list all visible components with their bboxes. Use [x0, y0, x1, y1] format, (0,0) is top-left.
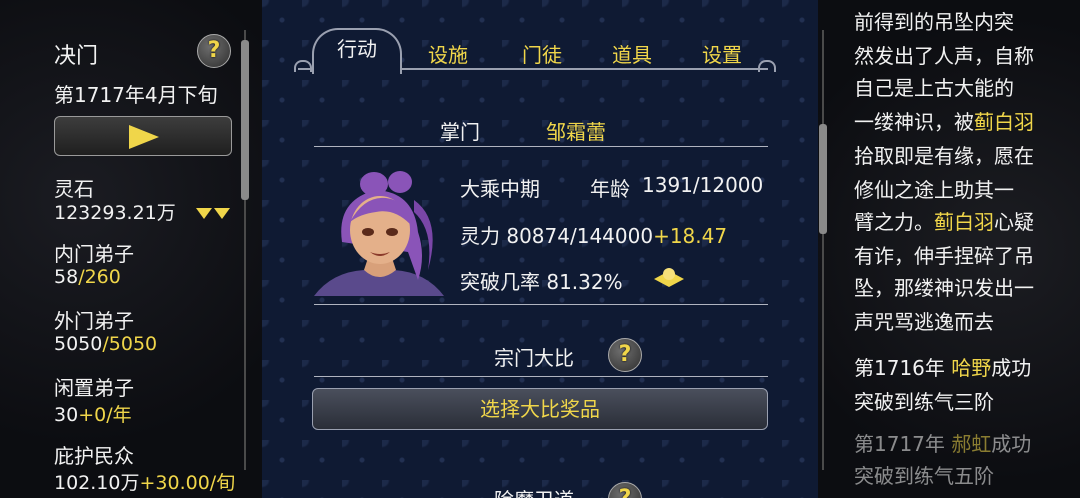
competition-label: 宗门大比 — [494, 346, 574, 370]
breakthrough-value: 81.32% — [546, 270, 623, 294]
stat-label-outer-disciples: 外门弟子 — [54, 309, 134, 333]
log-character-name[interactable]: 蓟白羽 — [934, 210, 994, 234]
help-button[interactable]: ? — [197, 34, 231, 68]
leader-portrait[interactable] — [314, 160, 444, 296]
demon-slaying-label: 除魔卫道 — [494, 484, 574, 498]
outer-disciples-count: 5050 — [54, 333, 103, 355]
log-line: 然发出了人声，自称 — [854, 40, 1034, 69]
log-text: 第1716年 — [854, 356, 952, 380]
log-text: 成功 — [991, 356, 1032, 380]
idle-disciples-rate: +0/年 — [78, 404, 132, 426]
spirit-power-value: 80874/144000 — [506, 224, 654, 248]
outer-disciples-max: /5050 — [102, 333, 158, 355]
stat-label-protected-people: 庇护民众 — [54, 444, 134, 468]
demon-slaying-help-button[interactable]: ? — [608, 482, 642, 498]
tab-ornament — [294, 60, 312, 72]
advance-time-button[interactable] — [54, 116, 232, 156]
protected-people-rate: +30.00/旬 — [139, 472, 236, 494]
log-character-name[interactable]: 郝虹 — [951, 432, 991, 456]
inner-disciples-max: /260 — [78, 266, 121, 288]
log-scrollbar[interactable] — [818, 30, 828, 470]
spirit-stones-value: 123293.21万 — [54, 202, 176, 224]
leader-name[interactable]: 邹霜蕾 — [546, 116, 606, 145]
log-line: 拾取即是有缘，愿在 — [854, 140, 1034, 169]
spirit-power-row: 灵力 80874/144000+18.47 — [460, 220, 727, 249]
log-text: 突破到练气五阶 — [854, 464, 994, 488]
breakthrough-row: 突破几率 81.32% — [460, 266, 623, 295]
stat-value-spirit-stones: 123293.21万 — [54, 198, 230, 225]
log-line: 声咒骂逃逸而去 — [854, 306, 994, 335]
tab-facilities[interactable]: 设施 — [412, 38, 484, 72]
scroll-track — [822, 30, 824, 470]
divider — [314, 376, 768, 377]
breakthrough-pill-icon[interactable] — [652, 266, 686, 288]
log-line: 突破到练气五阶 — [854, 460, 994, 489]
tab-disciples[interactable]: 门徒 — [506, 38, 578, 72]
tab-items[interactable]: 道具 — [596, 38, 668, 72]
scroll-thumb[interactable] — [819, 124, 827, 234]
tab-action[interactable]: 行动 — [312, 28, 402, 74]
log-line: 自己是上古大能的 — [854, 72, 1014, 101]
tab-ornament — [758, 60, 776, 72]
spirit-power-gain: +18.47 — [653, 224, 728, 248]
log-line: 有诈，伸手捏碎了吊 — [854, 240, 1034, 269]
age-label: 年龄 — [590, 177, 630, 201]
divider — [314, 304, 768, 305]
scroll-thumb[interactable] — [241, 40, 249, 200]
select-reward-button[interactable]: 选择大比奖品 — [312, 388, 768, 430]
log-text: 心疑 — [994, 210, 1034, 234]
sect-name: 决门 — [54, 44, 99, 69]
log-text: 一缕神识，被 — [854, 110, 974, 134]
log-text: 坠，那缕神识发出一 — [854, 276, 1034, 300]
log-line: 突破到练气三阶 — [854, 386, 994, 415]
log-line: 一缕神识，被蓟白羽 — [854, 106, 1034, 135]
inner-disciples-count: 58 — [54, 266, 79, 288]
log-line: 前得到的吊坠内突 — [854, 6, 1014, 35]
log-text: 臂之力。 — [854, 210, 934, 234]
tab-settings[interactable]: 设置 — [686, 38, 758, 72]
age-value: 1391/12000 — [642, 173, 764, 197]
main-panel: 行动 设施 门徒 道具 设置 掌门 邹霜蕾 大乘中期 年龄 1391/12000… — [262, 0, 818, 498]
decrease-icon — [195, 208, 212, 219]
sect-status-panel: 决门 ? 第1717年4月下旬 灵石 123293.21万 内门弟子 58/26… — [0, 0, 262, 498]
log-text: 声咒骂逃逸而去 — [854, 310, 994, 334]
stat-label-inner-disciples: 内门弟子 — [54, 242, 134, 266]
stat-value-inner-disciples: 58/260 — [54, 266, 121, 288]
log-text: 拾取即是有缘，愿在 — [854, 144, 1034, 168]
decrease-icon — [213, 208, 230, 219]
competition-help-button[interactable]: ? — [608, 338, 642, 372]
log-text: 修仙之途上助其一 — [854, 178, 1014, 202]
stat-value-outer-disciples: 5050/5050 — [54, 333, 157, 355]
stat-label-idle-disciples: 闲置弟子 — [54, 376, 134, 400]
log-text: 自己是上古大能的 — [854, 76, 1014, 100]
divider — [314, 146, 768, 147]
stat-value-idle-disciples: 30+0/年 — [54, 400, 132, 427]
log-line: 第1717年 郝虹成功 — [854, 428, 1031, 457]
play-icon — [129, 125, 159, 149]
log-text: 第1717年 — [854, 432, 952, 456]
log-line: 修仙之途上助其一 — [854, 174, 1014, 203]
spirit-power-label: 灵力 — [460, 224, 500, 248]
log-text: 前得到的吊坠内突 — [854, 10, 1014, 34]
log-line: 坠，那缕神识发出一 — [854, 272, 1034, 301]
cultivation-realm: 大乘中期 — [460, 177, 540, 201]
protected-people-count: 102.10万 — [54, 472, 140, 494]
log-line: 第1716年 哈野成功 — [854, 352, 1031, 381]
leader-label: 掌门 — [440, 120, 480, 144]
log-text: 有诈，伸手捏碎了吊 — [854, 244, 1034, 268]
stat-value-protected-people: 102.10万+30.00/旬 — [54, 468, 235, 495]
log-character-name[interactable]: 蓟白羽 — [974, 110, 1034, 134]
left-scrollbar[interactable] — [240, 30, 250, 470]
log-character-name[interactable]: 哈野 — [951, 356, 991, 380]
idle-disciples-count: 30 — [54, 404, 79, 426]
log-text: 成功 — [991, 432, 1032, 456]
log-text: 突破到练气三阶 — [854, 390, 994, 414]
current-date: 第1717年4月下旬 — [54, 83, 218, 107]
event-log-panel: 前得到的吊坠内突 然发出了人声，自称 自己是上古大能的 一缕神识，被蓟白羽 拾取即是有缘… — [818, 0, 1080, 498]
log-text: 然发出了人声，自称 — [854, 44, 1034, 68]
breakthrough-label: 突破几率 — [460, 270, 540, 294]
log-line: 臂之力。蓟白羽心疑 — [854, 206, 1034, 235]
